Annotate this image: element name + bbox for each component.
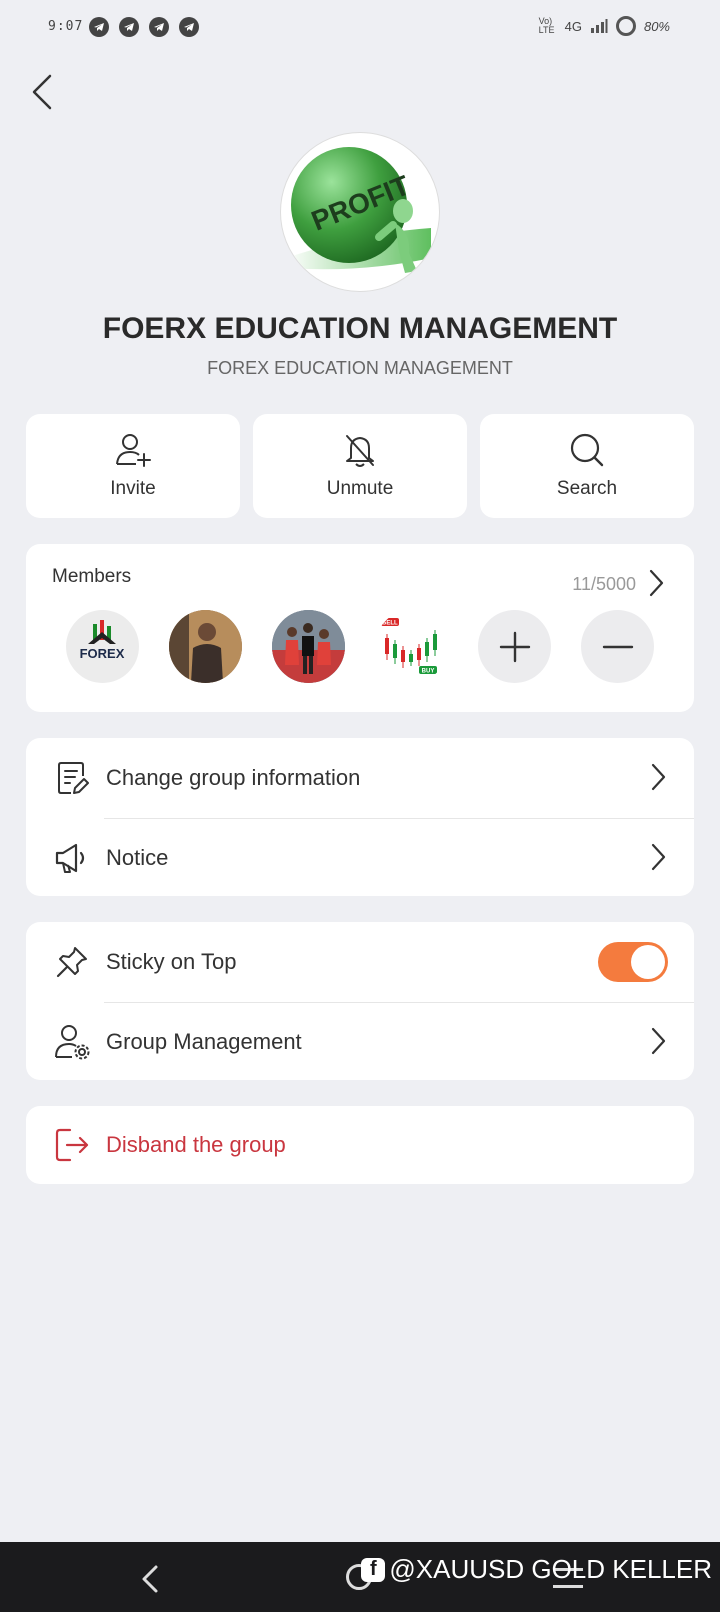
sticky-on-top-label: Sticky on Top xyxy=(106,949,237,974)
chevron-right-icon xyxy=(651,1027,666,1055)
megaphone-icon xyxy=(54,840,90,876)
search-button[interactable]: Search xyxy=(480,414,694,518)
nav-back-icon[interactable] xyxy=(140,1564,160,1594)
group-subtitle: FOREX EDUCATION MANAGEMENT xyxy=(207,358,513,378)
disband-group-label: Disband the group xyxy=(106,1132,286,1157)
exit-icon xyxy=(54,1127,90,1163)
forex-label: FOREX xyxy=(80,646,125,661)
battery-label: 80% xyxy=(643,18,670,34)
person-photo xyxy=(169,610,242,683)
toggle-knob xyxy=(631,945,665,979)
plus-icon xyxy=(499,631,530,662)
disband-card: Disband the group xyxy=(26,1106,694,1184)
members-title: Members xyxy=(52,566,132,587)
network-label: 4G xyxy=(564,18,582,34)
watermark-text: @XAUUSD GOLD KELLER xyxy=(389,1554,712,1584)
notice-label: Notice xyxy=(106,845,169,870)
telegram-icon xyxy=(179,17,199,37)
pin-icon xyxy=(54,944,90,980)
change-group-info-label: Change group information xyxy=(106,765,361,790)
user-gear-icon xyxy=(54,1024,90,1060)
member-avatars: FOREX SELL BUY xyxy=(66,610,654,683)
unmute-button[interactable]: Unmute xyxy=(253,414,467,518)
buy-label: BUY xyxy=(422,669,435,675)
group-title: FOERX EDUCATION MANAGEMENT xyxy=(102,312,618,345)
disband-group-row[interactable]: Disband the group xyxy=(26,1106,694,1184)
facebook-icon: f xyxy=(361,1557,386,1582)
chevron-right-icon xyxy=(651,843,666,871)
group-avatar[interactable]: PROFIT xyxy=(280,132,440,292)
status-bar: 9:07 Vo) LTE 4G 80% xyxy=(0,0,720,56)
lte-label: Vo) LTE xyxy=(538,16,555,35)
telegram-icon xyxy=(119,17,139,37)
system-nav-bar: f @XAUUSD GOLD KELLER xyxy=(0,1542,720,1612)
chevron-left-icon xyxy=(32,74,52,110)
sticky-on-top-row: Sticky on Top xyxy=(26,922,694,1002)
forex-logo: FOREX xyxy=(80,620,125,661)
edit-document-icon xyxy=(54,760,90,796)
candlestick-logo: SELL BUY xyxy=(375,610,448,683)
battery-icon xyxy=(615,16,636,36)
group-photo xyxy=(272,610,345,683)
group-info-card: Change group information Notice xyxy=(26,738,694,896)
notice-row[interactable]: Notice xyxy=(26,818,694,898)
action-bar: Invite Unmute Search xyxy=(26,414,694,518)
watermark: f @XAUUSD GOLD KELLER xyxy=(361,1554,712,1585)
notification-icons xyxy=(89,17,199,37)
add-user-icon xyxy=(116,434,151,467)
members-count: 11/5000 xyxy=(572,574,636,594)
search-icon xyxy=(570,433,604,467)
invite-label: Invite xyxy=(110,478,156,499)
member-avatar[interactable] xyxy=(169,610,242,683)
telegram-icon xyxy=(89,17,109,37)
invite-button[interactable]: Invite xyxy=(26,414,240,518)
remove-member-button[interactable] xyxy=(581,610,654,683)
add-member-button[interactable] xyxy=(478,610,551,683)
members-card[interactable]: Members 11/5000 FOREX SELL BUY xyxy=(26,544,694,712)
group-management-row[interactable]: Group Management xyxy=(26,1002,694,1082)
chevron-right-icon xyxy=(651,763,666,791)
chevron-right-icon[interactable] xyxy=(648,568,664,598)
profit-ball-image: PROFIT xyxy=(286,147,431,273)
search-label: Search xyxy=(556,478,618,499)
status-time: 9:07 xyxy=(48,19,84,34)
change-group-info-row[interactable]: Change group information xyxy=(26,738,694,818)
member-avatar[interactable]: SELL BUY xyxy=(375,610,448,683)
status-indicators: Vo) LTE 4G 80% xyxy=(539,16,670,36)
bell-off-icon xyxy=(346,435,374,467)
group-management-label: Group Management xyxy=(106,1029,302,1054)
sticky-on-top-toggle[interactable] xyxy=(598,942,668,982)
back-button[interactable] xyxy=(22,70,62,114)
unmute-label: Unmute xyxy=(326,478,394,499)
signal-icon xyxy=(590,19,608,33)
sell-label: SELL xyxy=(382,621,398,627)
minus-icon xyxy=(602,645,633,648)
telegram-icon xyxy=(149,17,169,37)
management-card: Sticky on Top Group Management xyxy=(26,922,694,1080)
member-avatar[interactable] xyxy=(272,610,345,683)
member-avatar[interactable]: FOREX xyxy=(66,610,139,683)
